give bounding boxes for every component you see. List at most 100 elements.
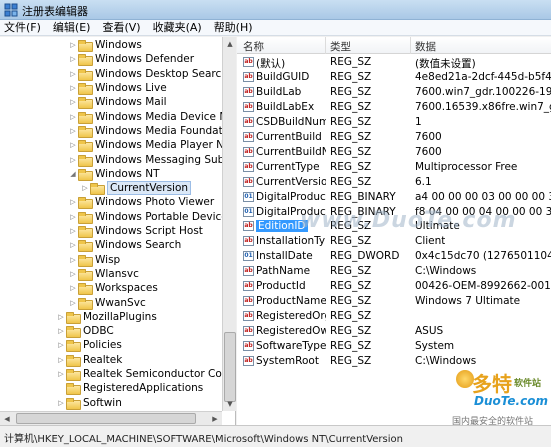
value-row[interactable]: ab (默认) REG_SZ (数值未设置) xyxy=(237,55,551,70)
string-value-icon: ab xyxy=(243,296,254,307)
tree-item[interactable]: ▷ Softwin xyxy=(56,396,122,410)
tree-item[interactable]: ▷ Windows xyxy=(68,38,142,53)
value-row[interactable]: ab BuildLab REG_SZ 7600.win7_gdr.100226-190… xyxy=(237,85,551,100)
tree-item[interactable]: ▷ Windows Search xyxy=(68,238,181,253)
tree-vertical-scrollbar[interactable]: ▲ ▼ xyxy=(222,37,236,411)
expand-arrow-icon[interactable]: ▷ xyxy=(56,356,66,364)
expand-arrow-icon[interactable]: ▷ xyxy=(68,141,78,149)
value-data: 00426-OEM-8992662-00173 xyxy=(415,280,551,293)
value-row[interactable]: ab CurrentType REG_SZ Multiprocessor Free xyxy=(237,160,551,175)
tree-item[interactable]: ▷ Workspaces xyxy=(68,281,158,296)
tree-item[interactable]: ▷ Realtek Semiconductor Corp. xyxy=(56,367,235,382)
expand-arrow-icon[interactable]: ▷ xyxy=(68,299,78,307)
tree-item[interactable]: ▷ MozillaPlugins xyxy=(56,310,157,324)
value-row[interactable]: ab ProductId REG_SZ 00426-OEM-8992662-00173 xyxy=(237,279,551,294)
tree-item[interactable]: ▷ Policies xyxy=(56,338,122,353)
expand-arrow-icon[interactable]: ▷ xyxy=(56,399,66,407)
tree-hscroll-thumb[interactable] xyxy=(16,413,196,424)
menu-favorites[interactable]: 收藏夹(A) xyxy=(149,20,206,36)
expand-arrow-icon[interactable]: ▷ xyxy=(80,184,90,192)
value-row[interactable]: ab BuildLabEx REG_SZ 7600.16539.x86fre.win7… xyxy=(237,100,551,115)
column-header-type[interactable]: 类型 xyxy=(330,39,351,54)
tree-item[interactable]: ▷ Windows Media Foundation xyxy=(68,124,235,138)
tree-item[interactable]: ▷ WwanSvc xyxy=(68,295,146,310)
expand-arrow-icon[interactable]: ▷ xyxy=(68,284,78,292)
tree-item[interactable]: ▷ Windows Mail xyxy=(68,95,167,110)
binary-value-icon: 01 xyxy=(243,251,254,262)
scroll-up-icon[interactable]: ▲ xyxy=(223,37,237,51)
tree-item-label: Wisp xyxy=(95,253,121,266)
tree-item[interactable]: ▷ Windows Desktop Search xyxy=(68,67,228,81)
expand-arrow-icon[interactable]: ▷ xyxy=(56,341,66,349)
tree-item[interactable]: ◢ Windows NT xyxy=(68,167,159,181)
value-row[interactable]: abCSDBuildNum... REG_SZ 1 xyxy=(237,115,551,130)
value-row[interactable]: ab BuildGUID REG_SZ 4e8ed21a-2dcf-445d-b5f4… xyxy=(237,70,551,85)
value-row[interactable]: abRegisteredOw... REG_SZ ASUS xyxy=(237,324,551,339)
tree-item[interactable]: ▷ CurrentVersion xyxy=(80,181,192,196)
tree-horizontal-scrollbar[interactable]: ◀ ▶ xyxy=(0,411,222,425)
column-header-name[interactable]: 名称 xyxy=(243,39,264,54)
expand-arrow-icon[interactable]: ▷ xyxy=(56,370,66,378)
menu-file[interactable]: 文件(F) xyxy=(0,20,45,36)
value-type: REG_SZ xyxy=(330,295,372,308)
column-divider[interactable] xyxy=(410,37,411,54)
expand-arrow-icon[interactable]: ▷ xyxy=(68,113,78,121)
tree-item[interactable]: ▷ Windows Script Host xyxy=(68,224,203,239)
value-row[interactable]: ab CurrentBuild REG_SZ 7600 xyxy=(237,130,551,145)
tree-scroll-thumb[interactable] xyxy=(224,332,236,402)
column-header-data[interactable]: 数据 xyxy=(415,39,436,54)
value-row[interactable]: abRegisteredOrg... REG_SZ xyxy=(237,309,551,324)
collapse-arrow-icon[interactable]: ◢ xyxy=(68,170,78,178)
tree-item[interactable]: ▷ Windows Messaging Subsyster xyxy=(68,152,235,167)
value-row[interactable]: abCurrentVersion REG_SZ 6.1 xyxy=(237,175,551,190)
folder-icon xyxy=(78,111,93,124)
expand-arrow-icon[interactable]: ▷ xyxy=(68,84,78,92)
expand-arrow-icon[interactable]: ▷ xyxy=(68,270,78,278)
expand-arrow-icon[interactable]: ▷ xyxy=(68,198,78,206)
expand-arrow-icon[interactable]: ▷ xyxy=(68,256,78,264)
expand-arrow-icon[interactable]: ▷ xyxy=(68,227,78,235)
tree-item[interactable]: RegisteredApplications xyxy=(56,381,203,396)
tree-item[interactable]: ▷ Windows Live xyxy=(68,81,167,96)
expand-arrow-icon[interactable]: ▷ xyxy=(68,156,78,164)
tree-item[interactable]: ▷ Windows Defender xyxy=(68,52,194,67)
tree-item[interactable]: ▷ Realtek xyxy=(56,353,122,367)
expand-arrow-icon[interactable]: ▷ xyxy=(68,127,78,135)
value-data: 6.1 xyxy=(415,175,432,188)
expand-arrow-icon[interactable]: ▷ xyxy=(68,41,78,49)
key-tree[interactable]: ▷ Windows ▷ Windows Defender ▷ Windows Deskto… xyxy=(0,37,236,425)
value-row[interactable]: ab SoftwareType REG_SZ System xyxy=(237,339,551,354)
scroll-down-icon[interactable]: ▼ xyxy=(223,397,237,411)
title-bar[interactable]: 注册表编辑器 xyxy=(0,0,551,20)
value-row[interactable]: 01DigitalProductId REG_BINARY a4 00 00 00 … xyxy=(237,190,551,205)
menu-help[interactable]: 帮助(H) xyxy=(210,20,257,36)
tree-item[interactable]: ▷ Windows Portable Devices xyxy=(68,210,233,224)
folder-icon xyxy=(66,383,81,396)
expand-arrow-icon[interactable]: ▷ xyxy=(68,70,78,78)
tree-item[interactable]: ▷ Wlansvc xyxy=(68,267,139,281)
scroll-left-icon[interactable]: ◀ xyxy=(0,412,14,426)
tree-item[interactable]: ▷ Windows Media Player NSS xyxy=(68,138,235,153)
tree-item[interactable]: ▷ Wisp xyxy=(68,253,120,267)
value-row[interactable]: ab PathName REG_SZ C:\Windows xyxy=(237,264,551,279)
value-row[interactable]: 01 InstallDate REG_DWORD 0x4c15dc70 (127650… xyxy=(237,249,551,264)
menu-view[interactable]: 查看(V) xyxy=(98,20,144,36)
value-type: REG_SZ xyxy=(330,280,372,293)
expand-arrow-icon[interactable]: ▷ xyxy=(56,313,66,321)
tree-item[interactable]: ▷ Windows Photo Viewer xyxy=(68,195,214,210)
expand-arrow-icon[interactable]: ▷ xyxy=(68,98,78,106)
expand-arrow-icon[interactable]: ▷ xyxy=(68,241,78,249)
tree-item[interactable]: ▷ Windows Media Device Manag xyxy=(68,110,235,124)
scroll-right-icon[interactable]: ▶ xyxy=(208,412,222,426)
value-data: 7600.win7_gdr.100226-1909 xyxy=(415,85,551,98)
value-row[interactable]: ab ProductName REG_SZ Windows 7 Ultimate xyxy=(237,294,551,309)
expand-arrow-icon[interactable]: ▷ xyxy=(68,213,78,221)
tree-item[interactable]: ▷ ODBC xyxy=(56,324,114,339)
expand-arrow-icon[interactable]: ▷ xyxy=(68,55,78,63)
menu-edit[interactable]: 编辑(E) xyxy=(49,20,95,36)
expand-arrow-icon[interactable]: ▷ xyxy=(56,327,66,335)
value-row[interactable]: abCurrentBuildN... REG_SZ 7600 xyxy=(237,145,551,160)
value-row[interactable]: abInstallationType REG_SZ Client xyxy=(237,234,551,249)
tree-item-label: Windows Desktop Search xyxy=(95,67,228,80)
column-divider[interactable] xyxy=(325,37,326,54)
